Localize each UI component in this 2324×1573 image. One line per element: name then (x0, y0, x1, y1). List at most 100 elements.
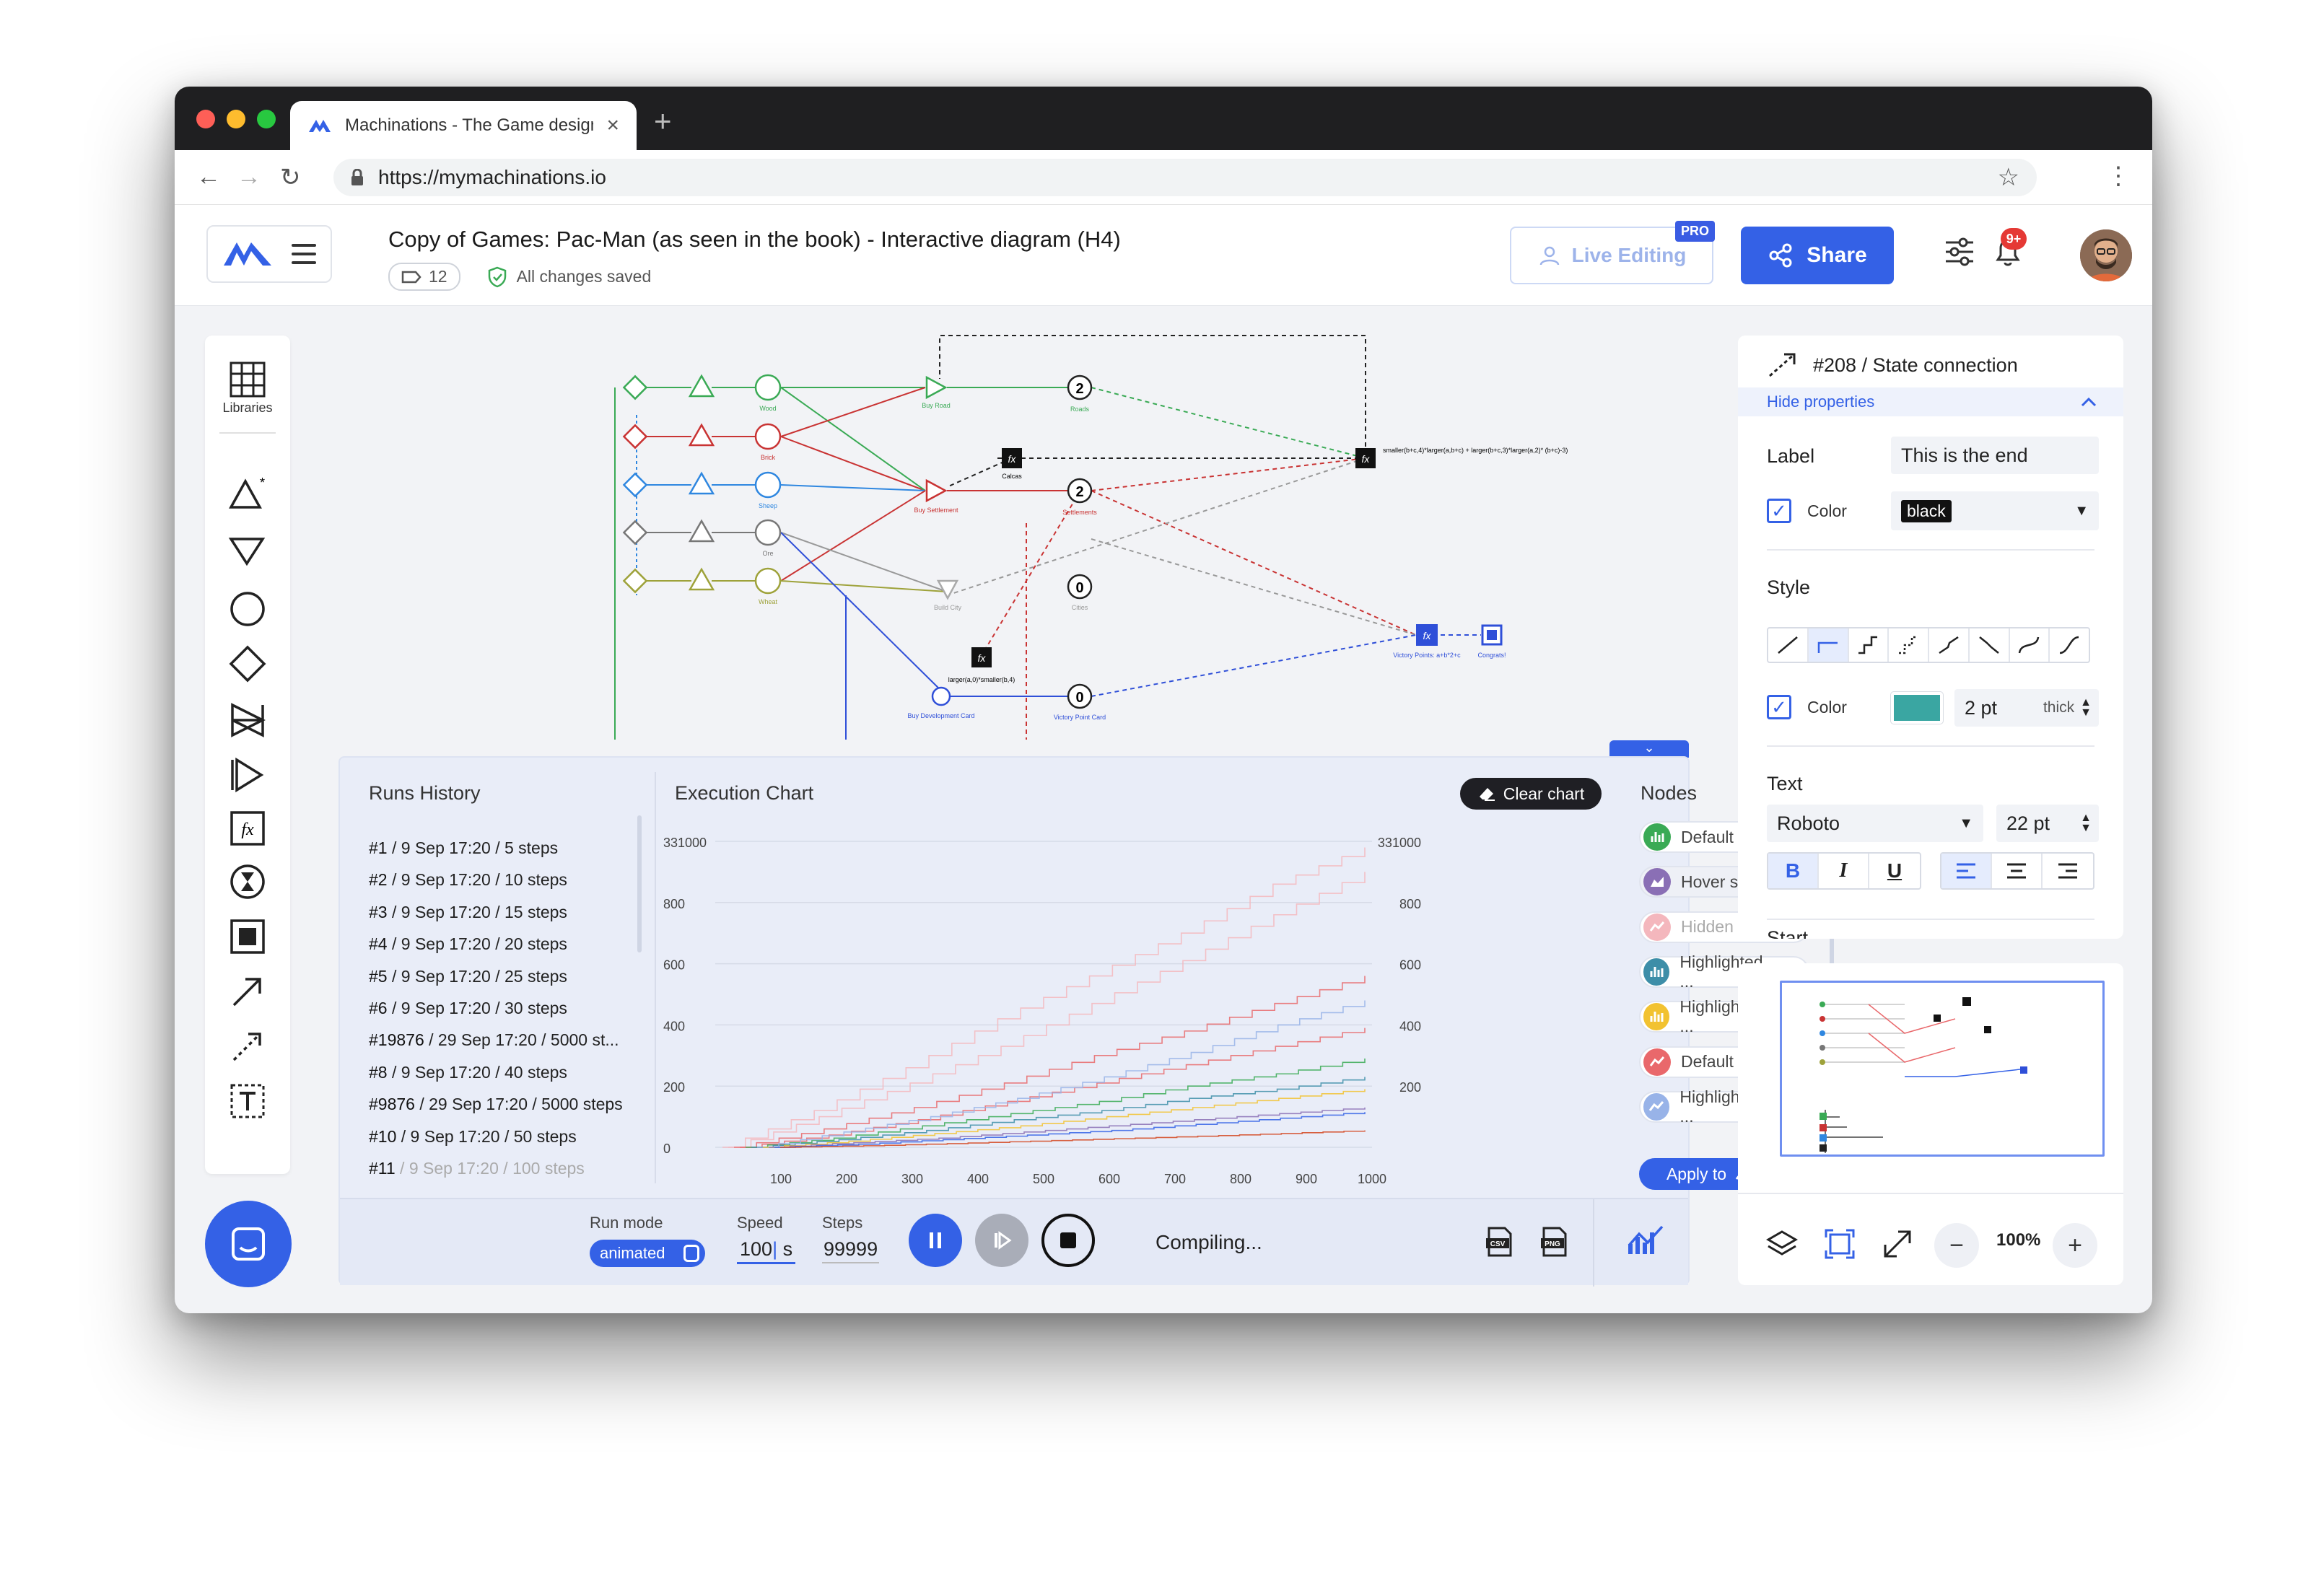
align-center-button[interactable] (1992, 854, 2043, 888)
tool-gate[interactable] (205, 644, 290, 683)
document-title[interactable]: Copy of Games: Pac-Man (as seen in the b… (388, 227, 1121, 253)
style-diagonal[interactable] (1929, 628, 1970, 662)
minimap-viewport[interactable] (1780, 981, 2105, 1157)
run-history-item[interactable]: #11 / 9 Sep 17:20 / 100 steps (369, 1159, 585, 1178)
run-history-item[interactable]: #1 / 9 Sep 17:20 / 5 steps (369, 838, 558, 858)
tool-pool[interactable]: * (205, 477, 290, 510)
style-straight[interactable] (1768, 628, 1809, 662)
font-size-stepper-icon[interactable]: ▲ ▼ (2080, 812, 2092, 834)
label-formula2: larger(a,0)*smaller(b,4) (948, 676, 1015, 683)
align-right-button[interactable] (2043, 854, 2093, 888)
run-history-item[interactable]: #8 / 9 Sep 17:20 / 40 steps (369, 1063, 567, 1082)
user-avatar[interactable] (2080, 229, 2132, 281)
tool-text[interactable] (205, 1082, 290, 1121)
layers-icon[interactable] (1765, 1227, 1799, 1261)
libraries-grid-icon (230, 362, 266, 398)
fullscreen-icon[interactable] (1881, 1227, 1914, 1261)
chat-button[interactable] (205, 1201, 292, 1287)
underline-button[interactable]: U (1869, 854, 1920, 888)
bold-button[interactable]: B (1768, 854, 1819, 888)
runs-scrollbar[interactable] (637, 815, 642, 952)
minimize-window-button[interactable] (227, 110, 245, 128)
bookmark-star-icon[interactable]: ☆ (1998, 163, 2019, 192)
tool-converter[interactable] (205, 755, 290, 794)
thickness-stepper-icon[interactable]: ▲ ▼ (2080, 697, 2092, 719)
style-steps[interactable] (1849, 628, 1890, 662)
tool-resource-connection[interactable] (205, 972, 290, 1011)
tag-icon (401, 271, 421, 283)
style-curve[interactable] (2010, 628, 2050, 662)
run-history-item[interactable]: #4 / 9 Sep 17:20 / 20 steps (369, 934, 567, 954)
x-tick-label: 900 (1296, 1172, 1317, 1186)
steps-input[interactable]: 99999 (822, 1238, 880, 1263)
label-input[interactable]: This is the end (1891, 437, 2099, 474)
reload-icon[interactable]: ↻ (280, 163, 301, 192)
run-details: / 29 Sep 17:20 / 5000 steps (414, 1095, 623, 1114)
style-elbow[interactable] (1808, 628, 1849, 662)
logo-menu-button[interactable] (206, 225, 332, 283)
export-csv-icon[interactable]: CSV (1485, 1225, 1515, 1258)
run-mode-toggle[interactable]: animated (590, 1240, 705, 1267)
pause-button[interactable] (909, 1214, 962, 1267)
thickness-input[interactable]: 2 pt thick ▲ ▼ (1954, 689, 2099, 727)
new-tab-icon[interactable]: + (654, 104, 672, 139)
step-button[interactable] (975, 1214, 1028, 1267)
run-history-item[interactable]: #19876 / 29 Sep 17:20 / 5000 st... (369, 1030, 619, 1050)
line-color-swatch[interactable] (1891, 692, 1943, 724)
speed-input[interactable]: 100| s (737, 1238, 796, 1264)
tool-end-condition[interactable] (205, 917, 290, 956)
tool-pool-circle[interactable] (205, 590, 290, 628)
step-points-icon (1899, 636, 1918, 654)
tool-drain[interactable] (205, 535, 290, 568)
url-field[interactable]: https://mymachinations.io ☆ (333, 159, 2037, 196)
collapse-panel-tab[interactable]: ⌄ (1609, 740, 1689, 758)
zoom-out-button[interactable]: − (1934, 1223, 1979, 1268)
fit-selection-icon[interactable] (1823, 1227, 1856, 1261)
tool-state-connection[interactable] (205, 1027, 290, 1066)
italic-button[interactable]: I (1819, 854, 1869, 888)
settings-sliders-icon[interactable] (1943, 235, 1976, 268)
hide-properties-toggle[interactable]: Hide properties (1738, 387, 2123, 416)
run-history-item[interactable]: #10 / 9 Sep 17:20 / 50 steps (369, 1127, 577, 1147)
clear-chart-button[interactable]: Clear chart (1460, 778, 1602, 810)
run-history-item[interactable]: #9876 / 29 Sep 17:20 / 5000 steps (369, 1095, 623, 1114)
tool-register[interactable]: fx (205, 809, 290, 848)
close-tab-icon[interactable]: × (606, 113, 619, 138)
run-history-item[interactable]: #3 / 9 Sep 17:20 / 15 steps (369, 903, 567, 922)
run-history-item[interactable]: #6 / 9 Sep 17:20 / 30 steps (369, 999, 567, 1018)
browser-menu-icon[interactable]: ⋮ (2106, 162, 2131, 190)
forward-icon[interactable]: → (237, 163, 261, 191)
stop-button[interactable] (1041, 1214, 1095, 1267)
chart-toggle-icon[interactable] (1626, 1224, 1666, 1260)
y-tick-label-right: 600 (1399, 958, 1421, 973)
label-color-checkbox[interactable]: ✓ (1767, 499, 1791, 523)
line-color-checkbox[interactable]: ✓ (1767, 695, 1791, 719)
svg-text:fx: fx (1362, 453, 1371, 465)
style-s-curve[interactable] (2050, 628, 2089, 662)
share-button[interactable]: Share (1741, 227, 1894, 284)
label-color-select[interactable]: black ▼ (1891, 491, 2099, 530)
style-steps-dotted[interactable] (1889, 628, 1929, 662)
export-png-icon[interactable]: PNG (1539, 1225, 1570, 1258)
libraries-button[interactable] (205, 360, 290, 399)
zoom-in-button[interactable]: + (2053, 1223, 2097, 1268)
browser-tab[interactable]: Machinations - The Game design × (290, 101, 637, 150)
y-tick-label-right: 331000 (1378, 836, 1421, 850)
live-editing-button[interactable]: Live Editing PRO (1510, 221, 1715, 284)
font-size-input[interactable]: 22 pt ▲ ▼ (1996, 805, 2099, 842)
back-icon[interactable]: ← (196, 163, 221, 191)
run-history-item[interactable]: #5 / 9 Sep 17:20 / 25 steps (369, 967, 567, 986)
run-history-item[interactable]: #2 / 9 Sep 17:20 / 10 steps (369, 870, 567, 890)
tool-trader[interactable] (205, 701, 290, 740)
align-left-button[interactable] (1941, 854, 1992, 888)
execution-chart[interactable]: 0 200 400 600 800 331000 200 400 600 800 331000 100… (658, 821, 1437, 1196)
style-zigzag[interactable] (1970, 628, 2010, 662)
maximize-window-button[interactable] (257, 110, 276, 128)
close-window-button[interactable] (196, 110, 215, 128)
run-id: #2 (369, 870, 388, 890)
tool-delay[interactable] (205, 862, 290, 901)
font-family-select[interactable]: Roboto ▼ (1767, 805, 1983, 842)
x-tick-label: 100 (770, 1172, 792, 1186)
tags-count[interactable]: 12 (388, 263, 460, 291)
diagram-connections (614, 335, 1481, 740)
